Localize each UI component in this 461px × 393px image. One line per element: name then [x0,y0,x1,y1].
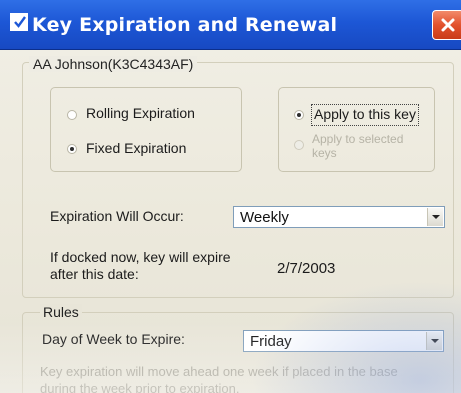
rolling-expiration-label[interactable]: Rolling Expiration [86,105,195,121]
day-of-week-value: Friday [250,333,292,350]
apply-this-key-label[interactable]: Apply to this key [314,106,416,122]
apply-selected-keys-label: Apply to selected keys [312,132,404,160]
expiration-occur-select[interactable]: Weekly [233,206,445,228]
rules-label: Rules [40,304,82,320]
chevron-down-icon[interactable] [426,332,442,350]
apply-this-key-radio[interactable] [294,110,304,120]
title-bar[interactable]: Key Expiration and Renewal [0,0,461,50]
docked-expire-date: 2/7/2003 [277,260,336,277]
rules-note: Key expiration will move ahead one week … [40,364,398,393]
checkbox-icon [10,13,28,31]
day-of-week-select[interactable]: Friday [243,330,444,352]
expiration-occur-value: Weekly [240,209,289,226]
close-icon [441,18,455,32]
docked-expire-label: If docked now, key will expire after thi… [50,249,231,282]
fixed-expiration-label[interactable]: Fixed Expiration [86,140,186,156]
chevron-down-icon[interactable] [427,208,443,226]
day-of-week-label: Day of Week to Expire: [42,331,185,347]
expiration-occur-label: Expiration Will Occur: [50,208,184,224]
key-group-label: AA Johnson(K3C4343AF) [29,56,198,72]
expiration-type-box [50,87,242,172]
rolling-expiration-radio[interactable] [67,110,77,120]
close-button[interactable] [432,10,461,40]
window-title: Key Expiration and Renewal [32,14,338,36]
key-expiration-dialog: Key Expiration and Renewal AA Johnson(K3… [0,0,461,393]
fixed-expiration-radio[interactable] [67,144,77,154]
apply-selected-keys-radio[interactable] [294,140,304,150]
apply-this-key-focus[interactable]: Apply to this key [311,104,419,126]
